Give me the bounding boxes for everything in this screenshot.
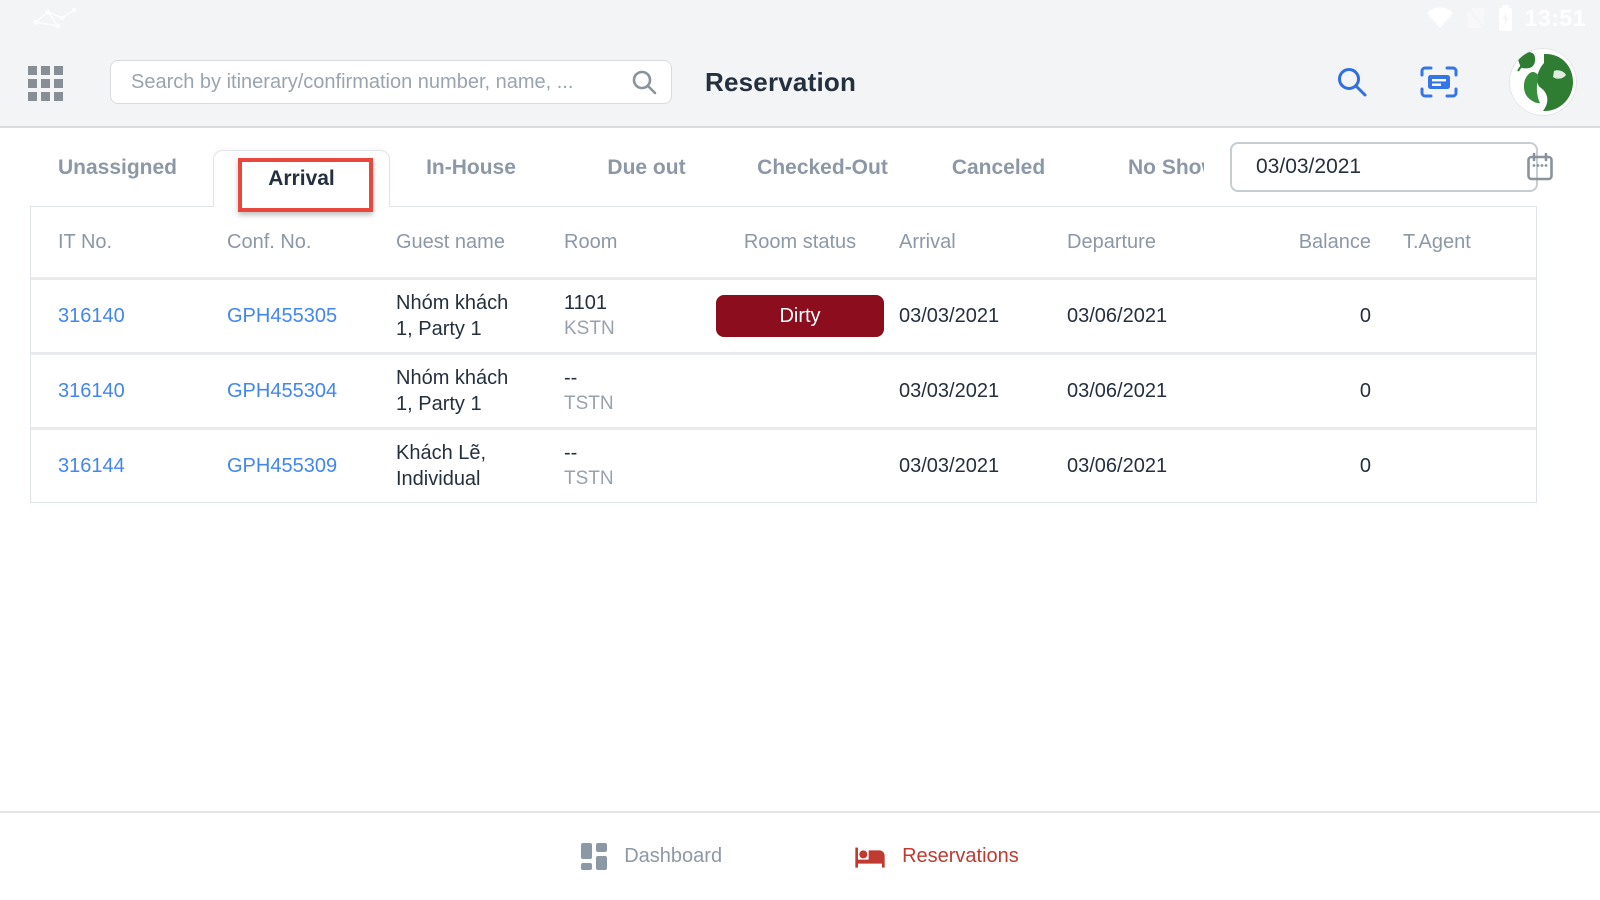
- account-logo-button[interactable]: [1510, 49, 1576, 115]
- conf-no-link[interactable]: GPH455309: [227, 455, 396, 478]
- search-box: [110, 60, 672, 104]
- it-no-link[interactable]: 316140: [31, 380, 227, 403]
- balance-value: 0: [1234, 455, 1371, 478]
- arrival-date: 03/03/2021: [899, 455, 1067, 478]
- status-badge: Dirty: [716, 295, 884, 337]
- bed-icon: [854, 841, 886, 873]
- col-header-balance: Balance: [1234, 231, 1371, 254]
- no-sim-icon: [1466, 7, 1486, 29]
- wifi-icon: [1426, 7, 1454, 29]
- calendar-icon[interactable]: [1527, 153, 1553, 181]
- nav-dashboard-label: Dashboard: [624, 845, 722, 868]
- scan-card-button[interactable]: [1420, 66, 1458, 98]
- table-row[interactable]: 316144 GPH455309 Khách Lẽ, Individual --…: [31, 427, 1536, 502]
- balance-value: 0: [1234, 380, 1371, 403]
- app-header: Reservation: [0, 36, 1600, 128]
- departure-date: 03/06/2021: [1067, 455, 1234, 478]
- tab-arrival[interactable]: Arrival: [213, 150, 390, 207]
- col-header-conf-no: Conf. No.: [227, 231, 396, 254]
- col-header-arrival: Arrival: [899, 231, 1067, 254]
- search-field-icon: [631, 69, 657, 95]
- it-no-link[interactable]: 316140: [31, 305, 227, 328]
- room-cell: -- TSTN: [564, 440, 701, 492]
- nav-reservations-label: Reservations: [902, 845, 1019, 868]
- dashboard-icon: [581, 843, 608, 870]
- col-header-t-agent: T.Agent: [1371, 231, 1536, 254]
- col-header-it-no: IT No.: [31, 231, 227, 254]
- departure-date: 03/06/2021: [1067, 380, 1234, 403]
- conf-no-link[interactable]: GPH455304: [227, 380, 396, 403]
- table-row[interactable]: 316140 GPH455304 Nhóm khách 1, Party 1 -…: [31, 352, 1536, 427]
- nav-dashboard[interactable]: Dashboard: [581, 843, 722, 870]
- tab-no-show[interactable]: No Show: [1128, 128, 1204, 207]
- table-row[interactable]: 316140 GPH455305 Nhóm khách 1, Party 1 1…: [31, 277, 1536, 352]
- col-header-room-status: Room status: [701, 231, 899, 254]
- balance-value: 0: [1234, 305, 1371, 328]
- battery-charging-icon: [1498, 5, 1513, 31]
- room-cell: -- TSTN: [564, 365, 701, 417]
- it-no-link[interactable]: 316144: [31, 455, 227, 478]
- reservation-screen: 13:51 Reservation: [0, 0, 1600, 900]
- guest-name: Nhóm khách 1, Party 1: [396, 290, 564, 342]
- scan-card-icon: [1420, 66, 1458, 98]
- conf-no-link[interactable]: GPH455305: [227, 305, 396, 328]
- room-status-cell: Dirty: [701, 295, 899, 337]
- search-icon: [1336, 66, 1368, 98]
- guest-name: Nhóm khách 1, Party 1: [396, 365, 564, 417]
- date-filter: [1230, 142, 1538, 192]
- tab-canceled[interactable]: Canceled: [948, 128, 1049, 207]
- tab-in-house[interactable]: In-House: [420, 128, 522, 207]
- col-header-room: Room: [564, 231, 701, 254]
- date-input[interactable]: [1232, 155, 1527, 179]
- reservation-tabs: Unassigned Arrival In-House Due out Chec…: [0, 128, 1600, 207]
- network-sketch-icon: [28, 2, 92, 34]
- globe-leaf-logo: [1510, 49, 1576, 115]
- clock-time: 13:51: [1525, 5, 1586, 32]
- bottom-navigation: Dashboard Reservations: [0, 811, 1600, 900]
- search-action-button[interactable]: [1336, 66, 1368, 98]
- nav-reservations[interactable]: Reservations: [854, 841, 1019, 873]
- page-title: Reservation: [705, 36, 856, 128]
- tab-unassigned[interactable]: Unassigned: [55, 128, 180, 207]
- reservations-table: IT No. Conf. No. Guest name Room Room st…: [30, 206, 1537, 503]
- table-header-row: IT No. Conf. No. Guest name Room Room st…: [31, 207, 1536, 277]
- apps-menu-button[interactable]: [28, 66, 63, 101]
- guest-name: Khách Lẽ, Individual: [396, 440, 564, 492]
- arrival-date: 03/03/2021: [899, 380, 1067, 403]
- departure-date: 03/06/2021: [1067, 305, 1234, 328]
- status-bar: 13:51: [0, 0, 1600, 36]
- tab-checked-out[interactable]: Checked-Out: [752, 128, 893, 207]
- room-cell: 1101 KSTN: [564, 290, 701, 342]
- arrival-date: 03/03/2021: [899, 305, 1067, 328]
- search-input[interactable]: [111, 71, 631, 94]
- tab-due-out[interactable]: Due out: [604, 128, 689, 207]
- col-header-guest-name: Guest name: [396, 231, 564, 254]
- col-header-departure: Departure: [1067, 231, 1234, 254]
